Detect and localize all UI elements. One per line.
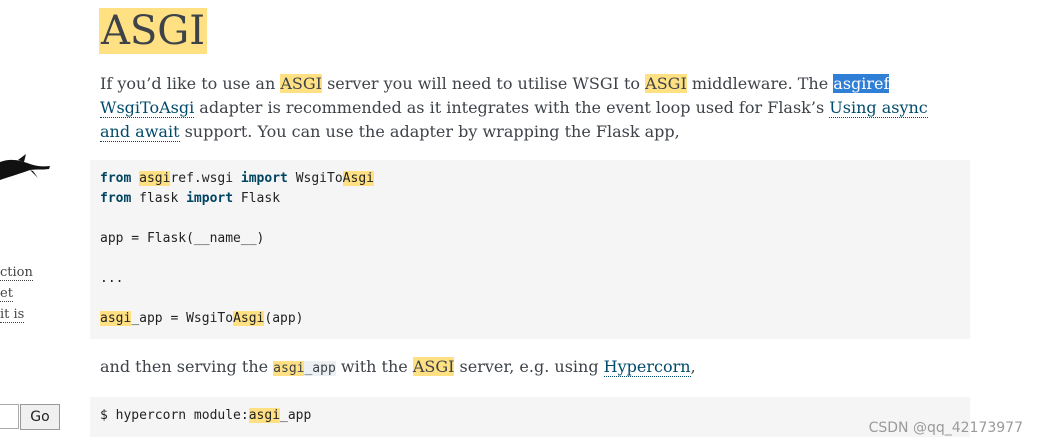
serving-text-2: with the (335, 357, 413, 376)
code-line-5: asgi_app = WsgiToAsgi(app) (100, 311, 304, 326)
asgi-highlight-2: ASGI (645, 74, 687, 93)
sidebar-link-3[interactable]: it is (0, 307, 25, 323)
serving-text-1: and then serving the (100, 357, 274, 376)
intro-text-3: middleware. The (686, 74, 834, 93)
code-line-2: from flask import Flask (100, 191, 281, 206)
code-line-3: app = Flask(__name__) (100, 231, 265, 246)
sidebar-link-2[interactable]: et (0, 286, 13, 302)
code-line-4: ... (100, 271, 124, 286)
code-block-hypercorn: $ hypercorn module:asgi_app (90, 397, 970, 437)
go-button[interactable]: Go (20, 404, 60, 430)
serving-text-3: server, e.g. using (454, 357, 604, 376)
watermark: CSDN @qq_42173977 (868, 420, 1023, 436)
hypercorn-link[interactable]: Hypercorn (603, 357, 691, 377)
intro-text-1: If you’d like to use an (100, 74, 281, 93)
title-text: ASGI (99, 8, 208, 54)
asgi-highlight-3: ASGI (412, 357, 455, 376)
intro-text-5: support. You can use the adapter by wrap… (179, 122, 680, 141)
serving-paragraph: and then serving the asgi_app with the A… (100, 357, 696, 377)
sidebar: ction et it is Go (0, 0, 70, 447)
intro-paragraph: If you’d like to use an ASGI server you … (100, 72, 960, 144)
code-block-flask-app: from asgiref.wsgi import WsgiToAsgi from… (90, 160, 970, 339)
wsgitoasgi-link[interactable]: WsgiToAsgi (100, 98, 195, 118)
search-input[interactable] (0, 404, 19, 429)
intro-text-2: server you will need to utilise WSGI to (321, 74, 646, 93)
sidebar-link-1[interactable]: ction (0, 265, 33, 281)
asgi-highlight-1: ASGI (280, 74, 322, 93)
intro-text-4: adapter is recommended as it integrates … (194, 98, 830, 117)
asgiref-link[interactable]: asgiref (833, 74, 890, 93)
code-line-1: from asgiref.wsgi import WsgiToAsgi (100, 171, 374, 186)
inline-code-asgi-app: asgi_app (273, 361, 336, 376)
code-line-hypercorn: $ hypercorn module:asgi_app (100, 408, 312, 423)
flask-logo-icon (0, 154, 50, 180)
page-title: ASGI (99, 8, 208, 54)
